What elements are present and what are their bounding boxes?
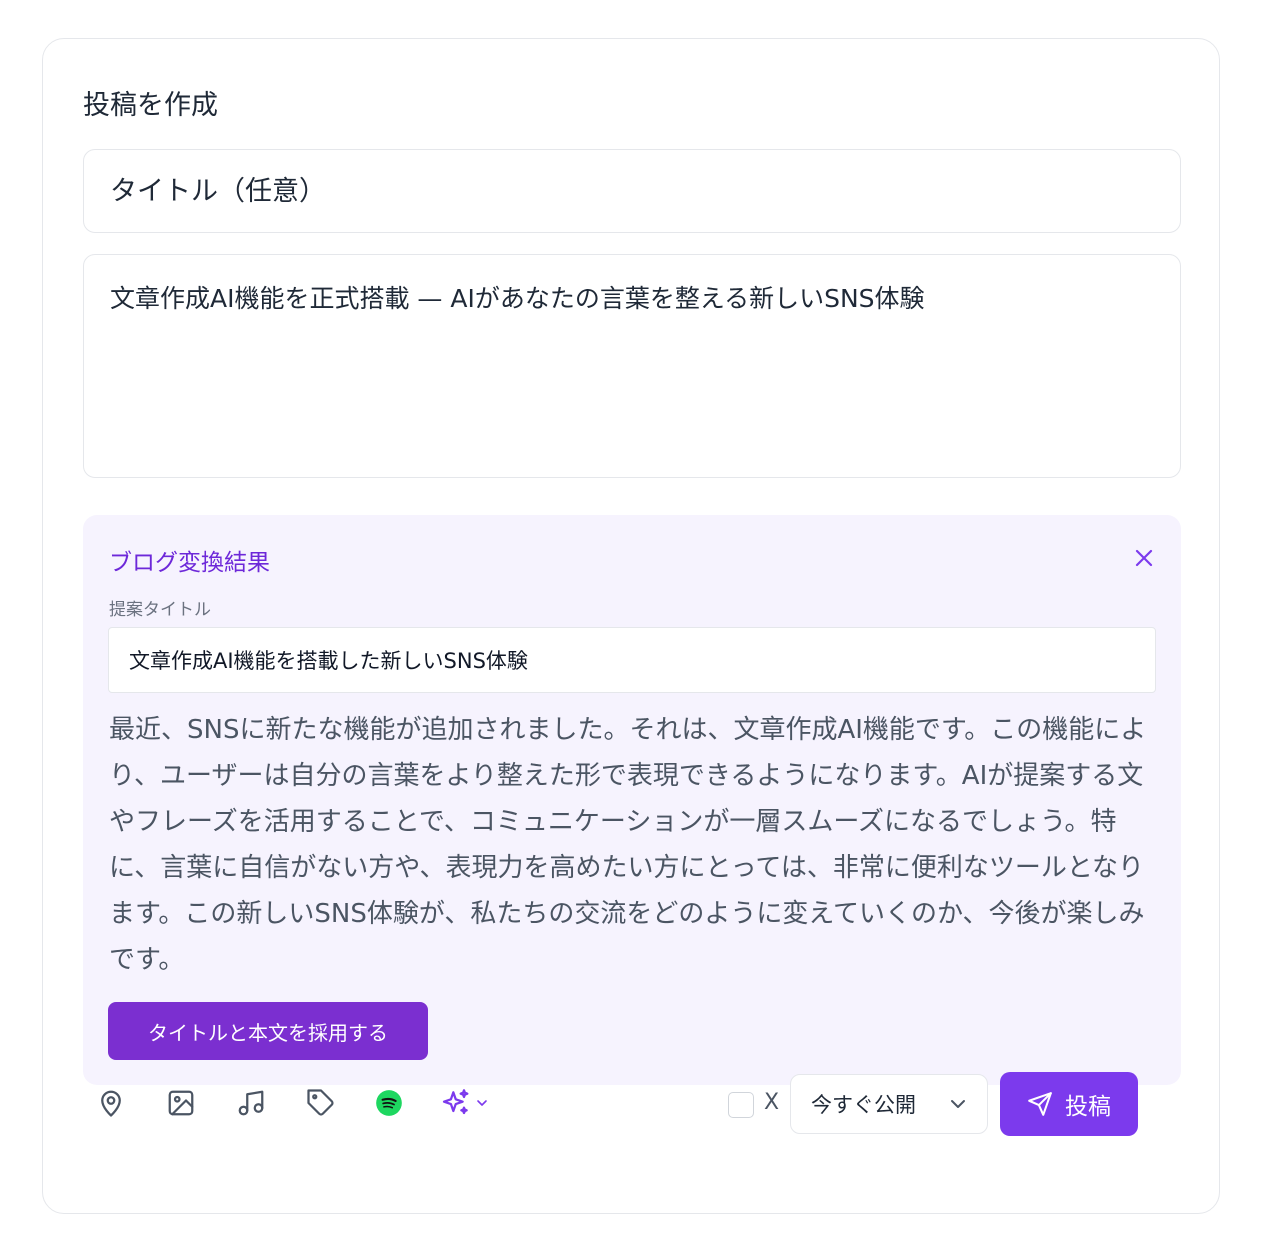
post-button[interactable]: 投稿	[1000, 1072, 1138, 1136]
chevron-down-icon	[477, 1100, 487, 1106]
post-composer-card: 投稿を作成 文章作成AI機能を正式搭載 — AIがあなたの言葉を整える新しいSN…	[42, 38, 1220, 1214]
x-crosspost-checkbox[interactable]	[728, 1092, 754, 1118]
image-icon[interactable]	[164, 1086, 198, 1120]
publish-timing-value: 今すぐ公開	[811, 1093, 916, 1117]
close-icon[interactable]	[1129, 543, 1159, 573]
body-textarea[interactable]: 文章作成AI機能を正式搭載 — AIがあなたの言葉を整える新しいSNS体験	[83, 254, 1181, 478]
publish-timing-select[interactable]: 今すぐ公開	[790, 1074, 988, 1134]
send-icon	[1028, 1092, 1052, 1116]
location-pin-icon[interactable]	[94, 1086, 128, 1120]
blog-conversion-panel: ブログ変換結果 提案タイトル 最近、SNSに新たな機能が追加されました。それは、…	[83, 515, 1181, 1085]
ai-sparkles-icon	[442, 1089, 469, 1115]
x-crosspost-label: X	[764, 1090, 780, 1115]
suggested-title-label: 提案タイトル	[109, 600, 211, 620]
tag-icon[interactable]	[304, 1086, 338, 1120]
title-input[interactable]	[83, 149, 1181, 233]
chevron-down-icon	[951, 1100, 965, 1108]
ai-assist-dropdown[interactable]	[440, 1084, 502, 1122]
music-icon[interactable]	[234, 1086, 268, 1120]
adopt-title-body-button[interactable]: タイトルと本文を採用する	[108, 1002, 428, 1060]
suggested-body-text: 最近、SNSに新たな機能が追加されました。それは、文章作成AI機能です。この機能…	[109, 715, 1147, 975]
composer-heading: 投稿を作成	[83, 90, 218, 121]
spotify-icon[interactable]	[372, 1086, 406, 1120]
post-button-label: 投稿	[1065, 1094, 1111, 1120]
suggested-title-field[interactable]	[108, 627, 1156, 693]
blog-conversion-heading: ブログ変換結果	[109, 550, 270, 576]
